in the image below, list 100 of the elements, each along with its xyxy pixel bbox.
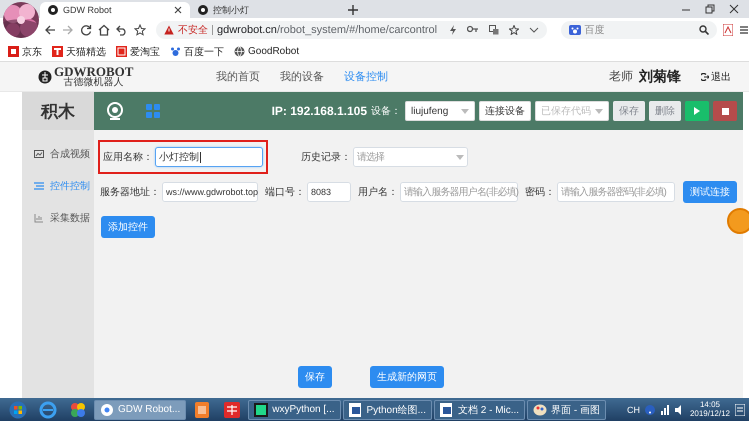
dictionary-icon[interactable] — [223, 400, 242, 418]
bookmark[interactable]: GoodRobot — [234, 46, 300, 57]
list-icon — [34, 181, 44, 191]
logo-subtitle: 古德微机器人 — [64, 78, 124, 88]
input-field[interactable]: 8083 — [307, 182, 351, 202]
input-field[interactable]: ws://www.gdwrobot.top — [162, 182, 258, 202]
panel-title: 积木 — [22, 92, 94, 130]
taskbar-button[interactable]: wxyPython [... — [248, 400, 340, 420]
stop-icon — [722, 108, 728, 114]
document-icon — [440, 402, 454, 416]
url-text: gdwrobot.cn/robot_system/#/home/carcontrol — [217, 24, 438, 36]
home-icon[interactable] — [98, 24, 110, 36]
logout-icon — [701, 72, 709, 80]
select-placeholder: 请选择 — [357, 150, 384, 164]
logout-link[interactable]: 退出 — [701, 70, 731, 84]
bookmark-icon — [52, 46, 63, 57]
footer-button[interactable]: 保存 — [298, 366, 332, 388]
chevron-down-icon[interactable] — [528, 25, 539, 35]
bookmark-icon — [234, 46, 245, 57]
webcam-icon[interactable] — [106, 102, 124, 120]
network-icon[interactable] — [660, 404, 670, 414]
bookmark[interactable]: 天猫精选 — [52, 44, 106, 58]
caret-icon — [595, 108, 603, 114]
field-label: 端口号： — [265, 186, 305, 199]
bookmark-icon — [116, 46, 127, 57]
search-field[interactable]: 百度 — [560, 21, 717, 39]
browser-tab[interactable]: GDW Robot — [40, 2, 190, 18]
select-value: liujufeng — [411, 106, 448, 116]
chart-icon — [34, 213, 44, 223]
nav-link[interactable]: 我的设备 — [280, 69, 324, 84]
search-placeholder: 百度 — [584, 24, 605, 37]
caret-icon — [461, 108, 469, 114]
new-tab-icon[interactable] — [348, 5, 358, 15]
connect-button[interactable]: 连接设备 — [479, 101, 531, 121]
bookmark[interactable]: 爱淘宝 — [116, 44, 160, 58]
clock-date: 2019/12/12 — [690, 410, 730, 418]
help-icon[interactable] — [644, 404, 655, 414]
clock-time: 14:05 — [700, 401, 720, 410]
input-field[interactable]: 小灯控制 — [155, 147, 263, 167]
code-icon — [254, 402, 268, 416]
reload-icon[interactable] — [80, 24, 92, 36]
add-control-button[interactable]: 添加控件 — [101, 216, 155, 238]
address-bar[interactable]: 不安全 gdwrobot.cn/robot_system/#/home/carcontrol — [156, 21, 547, 39]
browser-icon[interactable] — [39, 400, 57, 418]
field-label: 用户名： — [358, 186, 398, 199]
device-select[interactable]: liujufeng — [405, 101, 475, 121]
search-icon[interactable] — [699, 25, 709, 35]
start-icon[interactable] — [9, 400, 27, 418]
star-icon[interactable] — [134, 24, 146, 36]
field-label: 历史记录： — [301, 150, 351, 164]
notification-icon[interactable] — [735, 404, 745, 416]
stop-button[interactable] — [713, 101, 737, 121]
sidebar-item[interactable]: 合成视频 — [22, 138, 94, 170]
bookmark-icon — [170, 46, 181, 57]
nav-link[interactable]: 我的首页 — [216, 69, 260, 84]
taskbar-button[interactable]: Python绘图... — [342, 400, 432, 420]
select-placeholder: 已保存代码 — [541, 105, 591, 118]
field-label: 服务器地址： — [100, 186, 160, 199]
input-indicator: CH — [626, 404, 640, 414]
document-icon[interactable] — [193, 400, 212, 418]
taskbar-button[interactable]: 文档 2 - Mic... — [434, 400, 526, 420]
back-icon[interactable] — [44, 24, 56, 36]
taskbar-button[interactable]: 界面 - 画图 — [527, 400, 606, 420]
browser-icon — [100, 402, 114, 416]
field-label: 密码： — [525, 186, 555, 199]
field-label: 应用名称： — [103, 150, 153, 164]
bookmark-icon — [8, 46, 19, 57]
caret-icon — [456, 154, 464, 160]
menu-icon[interactable] — [739, 25, 749, 35]
user-name: 刘菊锋 — [639, 68, 681, 86]
pdf-icon[interactable] — [723, 24, 733, 36]
sidebar-item[interactable]: 采集数据 — [22, 202, 94, 234]
close-icon[interactable] — [729, 4, 739, 14]
test-connection-button[interactable]: 测试连接 — [683, 181, 737, 203]
bookmark[interactable]: 百度一下 — [170, 44, 224, 58]
key-icon[interactable] — [466, 25, 479, 33]
lightning-icon[interactable] — [448, 25, 457, 35]
play-icon — [694, 107, 700, 115]
browser-tab[interactable]: 控制小灯 — [190, 2, 340, 18]
document-icon — [348, 402, 362, 416]
site-icon — [198, 5, 208, 15]
footer-button[interactable]: 生成新的网页 — [370, 366, 444, 388]
device-label: 设备： — [371, 105, 401, 118]
star-icon[interactable] — [508, 25, 519, 35]
translate-icon[interactable] — [488, 25, 499, 35]
logo-icon — [38, 70, 52, 84]
paw-icon — [568, 25, 581, 35]
warning-icon — [164, 25, 174, 35]
logo-text: GDWROBOT — [54, 65, 134, 78]
security-label: 不安全 — [178, 24, 208, 37]
undo-icon[interactable] — [116, 24, 128, 36]
close-icon[interactable] — [174, 6, 182, 14]
site-icon — [48, 5, 58, 15]
restore-icon[interactable] — [705, 4, 715, 14]
ip-address: IP: 192.168.1.105 — [272, 104, 367, 118]
app-icon[interactable] — [69, 400, 87, 418]
user-role: 老师 — [609, 68, 633, 85]
image-icon — [34, 149, 44, 159]
bookmark[interactable]: 京东 — [8, 44, 42, 58]
floating-badge[interactable] — [727, 208, 749, 234]
